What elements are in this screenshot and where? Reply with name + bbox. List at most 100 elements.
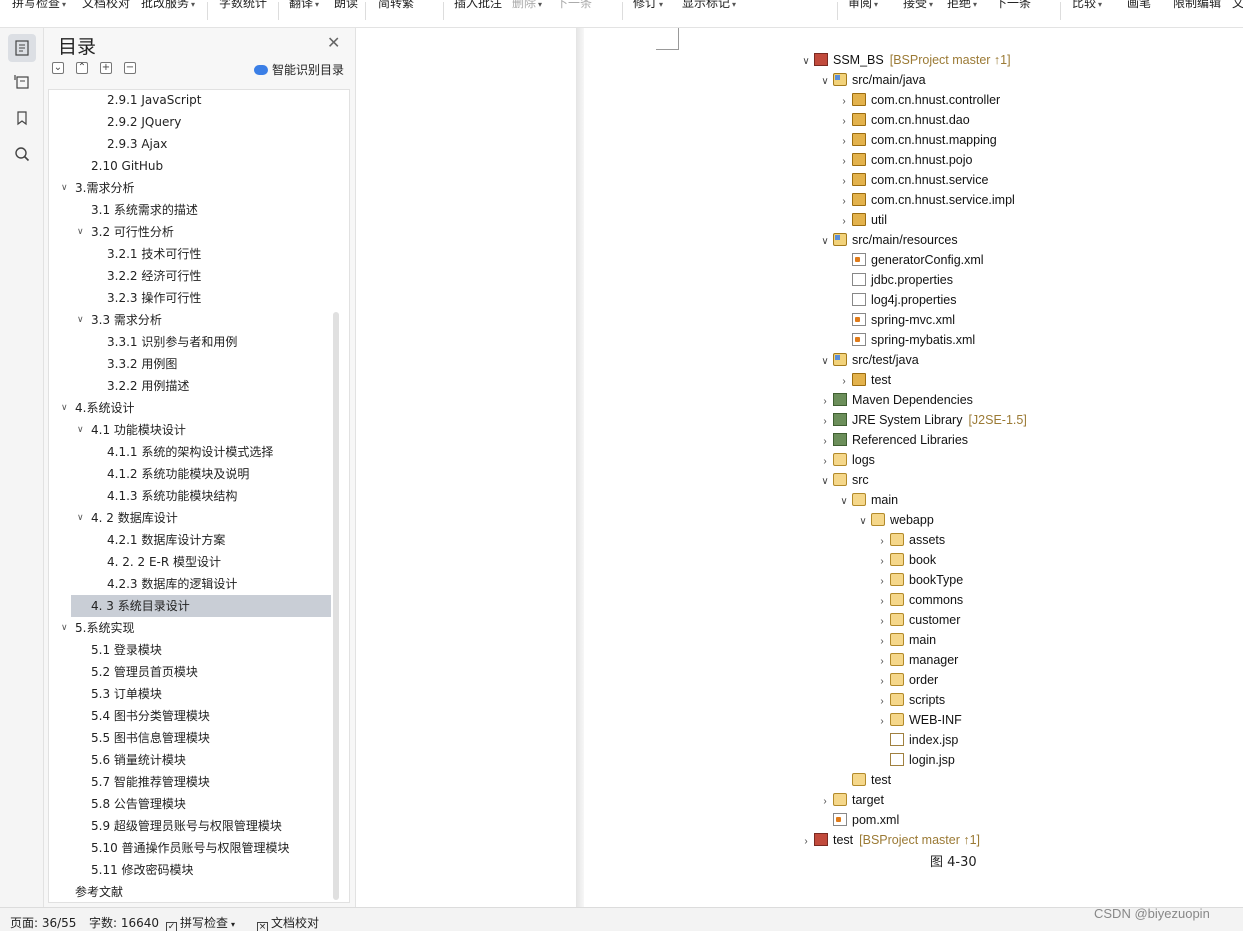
toc-item-label: 4. 3 系统目录设计 [91,599,190,613]
toolbar-item-17[interactable]: 画笔 [1127,0,1151,11]
toc-item[interactable]: ∨ 3.2 可行性分析 [49,221,331,243]
toc-scrollbar[interactable] [333,312,339,900]
add-heading-icon[interactable]: + [100,62,112,74]
toc-item[interactable]: 2.9.3 Ajax [49,133,331,155]
toc-item[interactable]: ∨ 3.需求分析 [49,177,331,199]
tree-row: › com.cn.hnust.dao [838,110,970,130]
toolbar-label: 拼写检查 [12,0,61,10]
chevron-down-icon[interactable]: ∨ [61,617,68,639]
toc-item[interactable]: 5.2 管理员首页模块 [49,661,331,683]
toolbar-item-7[interactable]: 插入批注 [454,0,502,11]
smart-toc-button[interactable]: 智能识别目录 [254,61,344,78]
bookmark-icon[interactable] [8,104,36,132]
toc-item[interactable]: 3.2.2 经济可行性 [49,265,331,287]
toolbar-item-8[interactable]: 删除 ▾ [512,0,542,11]
tree-label: login.jsp [909,753,955,767]
chevron-down-icon[interactable]: ∨ [77,221,84,243]
watermark: CSDN @biyezuopin [1094,906,1210,921]
proofread-status[interactable]: × 文档校对 [257,914,319,931]
toc-icon[interactable] [8,34,36,62]
remove-heading-icon[interactable]: − [124,62,136,74]
tree-row: › com.cn.hnust.controller [838,90,1000,110]
toolbar-item-12[interactable]: 审阅 ▾ [848,0,878,11]
search-icon[interactable] [8,140,36,168]
toc-item[interactable]: ∨ 3.3 需求分析 [49,309,331,331]
page-count[interactable]: 页面: 36/55 [10,914,76,931]
chevron-down-icon[interactable]: ∨ [77,507,84,529]
toolbar-item-13[interactable]: 接受 ▾ [903,0,933,11]
toc-item[interactable]: 4.1.1 系统的架构设计模式选择 [49,441,331,463]
toolbar-item-2[interactable]: 批改服务 ▾ [141,0,195,11]
toc-item[interactable]: 3.3.1 识别参与者和用例 [49,331,331,353]
toc-item[interactable]: 4. 2. 2 E-R 模型设计 [49,551,331,573]
toc-item[interactable]: ∨ 4. 2 数据库设计 [49,507,331,529]
toolbar-item-1[interactable]: 文档校对 [82,0,130,11]
tree-label: bookType [909,573,964,587]
toc-item[interactable]: 3.3.2 用例图 [49,353,331,375]
toolbar-item-15[interactable]: 下一条 [995,0,1031,11]
toolbar-item-3[interactable]: 字数统计 [219,0,267,11]
toolbar-item-10[interactable]: 修订 ▾ [633,0,663,11]
toc-item[interactable]: 4.1.3 系统功能模块结构 [49,485,331,507]
toc-item[interactable]: 3.2.2 用例描述 [49,375,331,397]
folder-icon [890,533,904,546]
toc-item[interactable]: 2.9.1 JavaScript [49,90,331,111]
toc-item[interactable]: 2.9.2 JQuery [49,111,331,133]
chevron-down-icon: ∨ [821,356,829,367]
tree-decoration: [BSProject master ↑1] [889,53,1011,67]
toolbar-item-4[interactable]: 翻译 ▾ [289,0,319,11]
toolbar-item-9[interactable]: 下一条 [556,0,592,11]
toc-item[interactable]: 5.3 订单模块 [49,683,331,705]
toc-item[interactable]: 5.10 普通操作员账号与权限管理模块 [49,837,331,859]
toc-item[interactable]: 5.9 超级管理员账号与权限管理模块 [49,815,331,837]
toc-item-label: 4. 2 数据库设计 [91,511,178,525]
pkg-icon [852,93,866,106]
toolbar-item-16[interactable]: 比较 ▾ [1072,0,1102,11]
toc-item[interactable]: 5.1 登录模块 [49,639,331,661]
chevron-down-icon[interactable]: ∨ [77,309,84,331]
chevron-right-icon: › [880,536,884,547]
toolbar-item-5[interactable]: 朗读 [334,0,358,11]
navigation-icon[interactable] [8,68,36,96]
toc-item-label: 4.系统设计 [75,401,135,415]
toc-item[interactable]: 2.10 GitHub [49,155,331,177]
toc-item[interactable]: ∨ 4.1 功能模块设计 [49,419,331,441]
toc-item[interactable]: 4. 3 系统目录设计 [71,595,331,617]
toc-item[interactable]: 4.2.1 数据库设计方案 [49,529,331,551]
toc-item[interactable]: 4.2.3 数据库的逻辑设计 [49,573,331,595]
toc-item[interactable]: 3.2.1 技术可行性 [49,243,331,265]
toolbar-divider [278,2,279,20]
toc-item[interactable]: 3.2.3 操作可行性 [49,287,331,309]
toc-item[interactable]: 5.11 修改密码模块 [49,859,331,881]
toolbar-item-18[interactable]: 限制编辑 [1173,0,1221,11]
toc-item[interactable]: ∨ 5.系统实现 [49,617,331,639]
collapse-all-icon[interactable]: ⌄ [52,62,64,74]
expand-up-icon[interactable]: ⌃ [76,62,88,74]
toolbar-item-19[interactable]: 文 [1232,0,1243,11]
toc-item[interactable]: ∨ 4.系统设计 [49,397,331,419]
chevron-down-icon[interactable]: ∨ [61,177,68,199]
toc-item[interactable]: 5.5 图书信息管理模块 [49,727,331,749]
chevron-down-icon: ▾ [231,920,236,929]
toc-item[interactable]: 4.1.2 系统功能模块及说明 [49,463,331,485]
folder-icon [890,613,904,626]
toolbar-item-11[interactable]: 显示标记 ▾ [682,0,736,11]
toolbar-item-0[interactable]: 拼写检查 ▾ [12,0,66,11]
toc-item[interactable]: 5.7 智能推荐管理模块 [49,771,331,793]
toc-item-label: 3.2.1 技术可行性 [107,247,202,261]
toolbar-label: 修订 [633,0,658,10]
toolbar-item-6[interactable]: 简转繁 [378,0,414,11]
spell-check-status[interactable]: ✓ 拼写检查 ▾ [166,914,235,931]
toc-item[interactable]: 5.6 销量统计模块 [49,749,331,771]
toc-item[interactable]: 3.1 系统需求的描述 [49,199,331,221]
toc-item[interactable]: 5.8 公告管理模块 [49,793,331,815]
toc-item-label: 4.1.1 系统的架构设计模式选择 [107,445,274,459]
word-count[interactable]: 字数: 16640 [89,914,159,931]
chevron-down-icon[interactable]: ∨ [61,397,68,419]
toc-item[interactable]: 5.4 图书分类管理模块 [49,705,331,727]
toolbar-item-14[interactable]: 拒绝 ▾ [947,0,977,11]
toc-item-label: 5.2 管理员首页模块 [91,665,198,679]
toc-item[interactable]: 参考文献 [49,881,331,902]
close-icon[interactable]: ✕ [327,33,340,52]
chevron-down-icon[interactable]: ∨ [77,419,84,441]
